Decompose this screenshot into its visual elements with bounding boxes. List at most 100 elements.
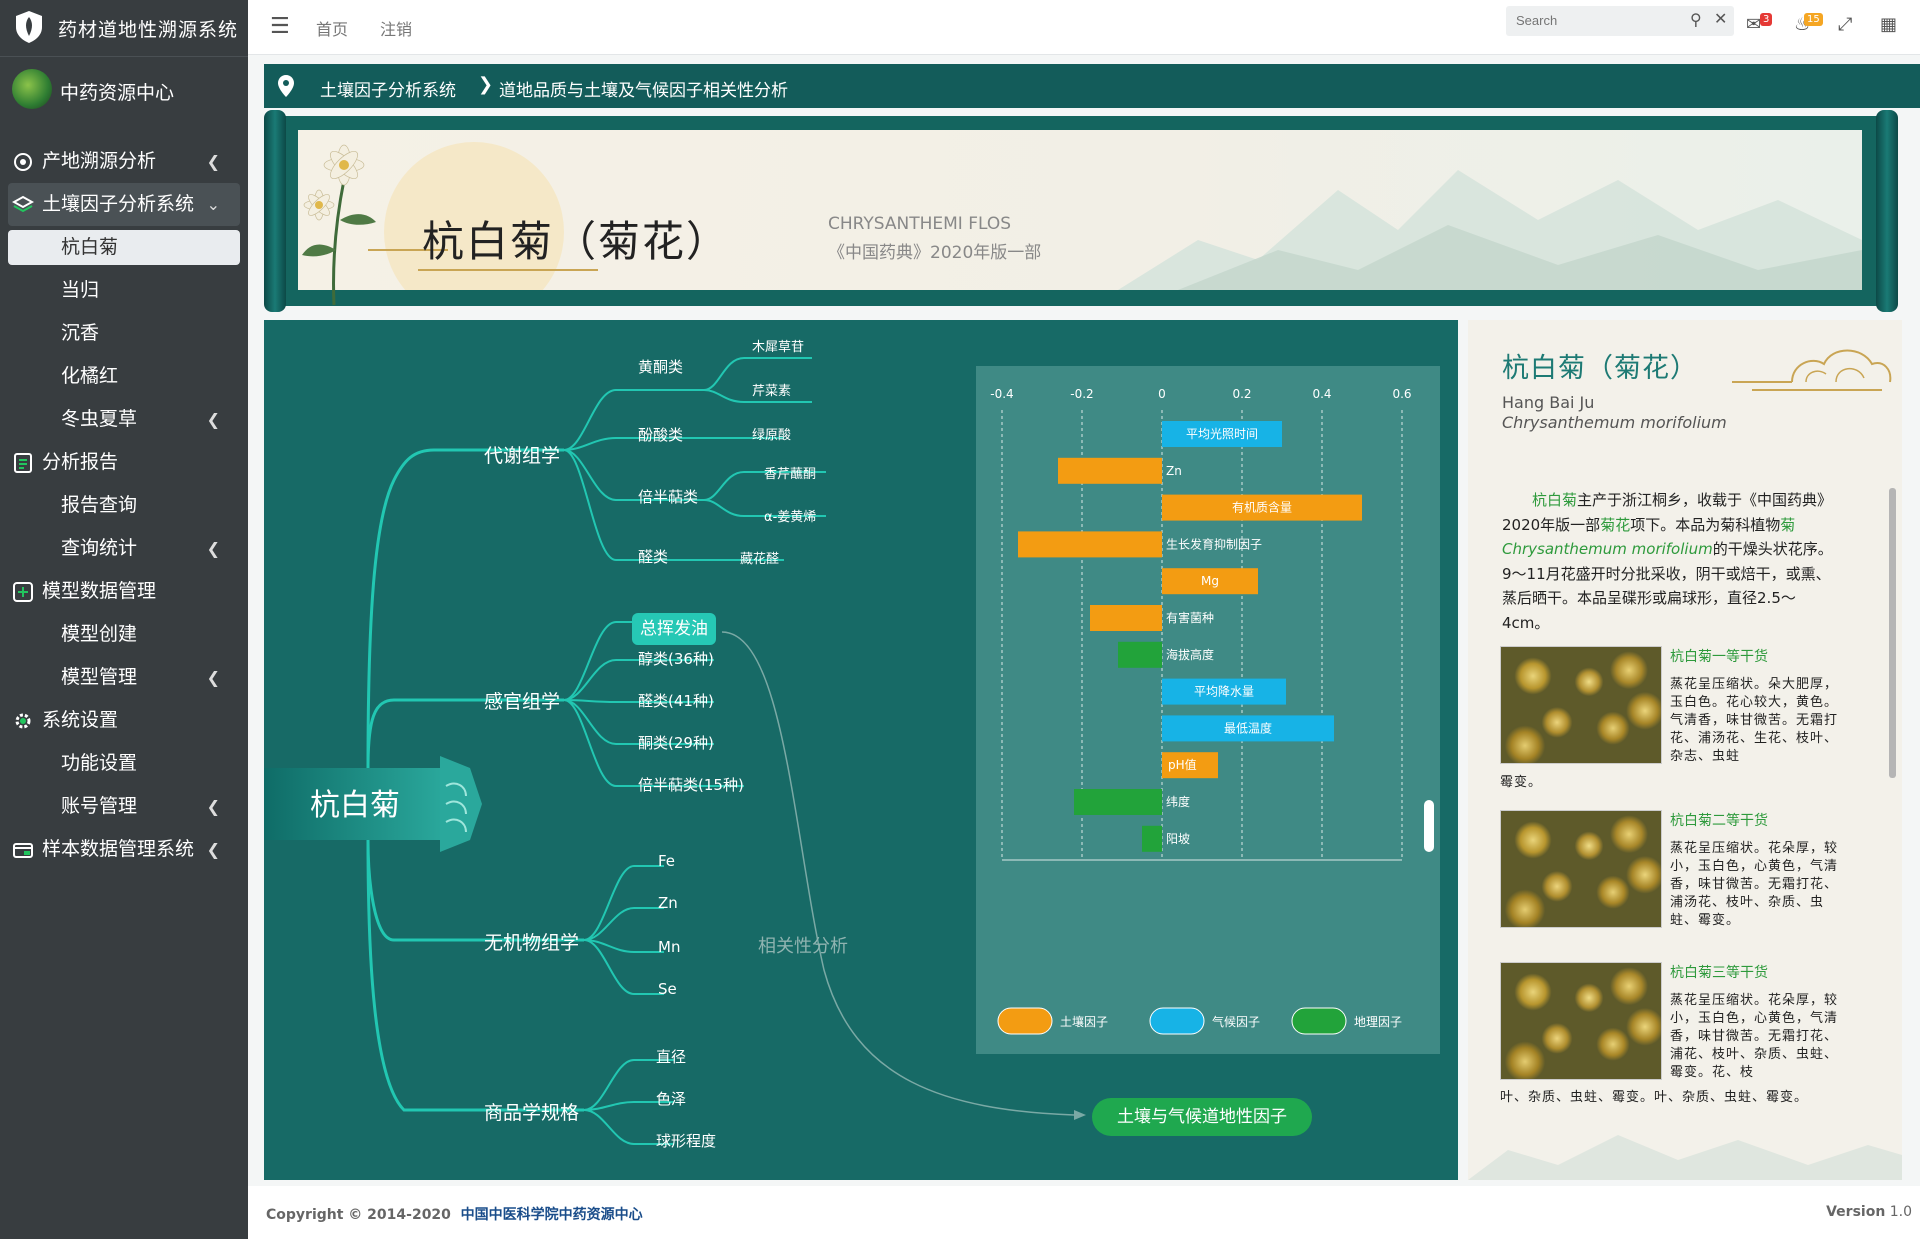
branch-inorganic[interactable]: 无机物组学 <box>484 928 579 955</box>
chevron-left-icon: ❮ <box>206 152 220 171</box>
desc-part2: 项下。本品为菊科植物 <box>1630 515 1781 534</box>
cloud-pattern-decoration <box>1732 349 1892 391</box>
desc-link[interactable]: 菊花 <box>1600 516 1630 534</box>
sidebar-item-label: 当归 <box>61 279 100 301</box>
shield-logo-icon <box>16 11 42 43</box>
node-mn[interactable]: Mn <box>658 938 680 956</box>
node-zn[interactable]: Zn <box>658 894 678 912</box>
chevron-left-icon: ❮ <box>206 410 220 429</box>
target-icon <box>14 153 32 171</box>
volatile-oil-node[interactable]: 总挥发油 <box>632 613 716 645</box>
legend-label: 地理因子 <box>1354 1015 1402 1029</box>
sidebar-item-label: 系统设置 <box>42 709 119 731</box>
herb-info-panel: 杭白菊（菊花） Hang Bai Ju Chrysanthemum morifo… <box>1468 320 1902 1180</box>
sidebar-item-function-settings[interactable]: 功能设置 <box>0 742 248 785</box>
node-ketones[interactable]: 酮类(29种) <box>638 732 714 753</box>
copyright-org[interactable]: 中国中医科学院中药资源中心 <box>461 1207 643 1223</box>
breadcrumb-level1[interactable]: 土壤因子分析系统 <box>320 76 456 101</box>
node-phenolic-acids[interactable]: 酚酸类 <box>638 424 683 445</box>
chart-bar-label: 阳坡 <box>1166 832 1190 846</box>
sidebar-item-dongchongxiacao[interactable]: 冬虫夏草 ❮ <box>0 398 248 441</box>
messages-badge: 3 <box>1760 13 1773 26</box>
branch-metabolic[interactable]: 代谢组学 <box>484 441 560 468</box>
banner-pharmacopoeia: 《中国药典》2020年版一部 <box>828 243 1042 263</box>
org-profile[interactable]: 中药资源中心 <box>0 57 248 123</box>
node-sensory-aldehydes[interactable]: 醛类(41种) <box>638 690 714 711</box>
footer: Copyright © 2014-2020 中国中医科学院中药资源中心 Vers… <box>248 1186 1920 1239</box>
fullscreen-icon[interactable]: ⤢ <box>1838 14 1852 35</box>
location-pin-icon <box>278 75 294 97</box>
logout-link[interactable]: 注销 <box>380 16 412 40</box>
node-color[interactable]: 色泽 <box>656 1088 686 1109</box>
info-scrollbar[interactable] <box>1889 488 1896 778</box>
menu-toggle-icon[interactable]: ☰ <box>270 14 290 39</box>
sidebar-item-reports[interactable]: 分析报告 <box>0 441 248 484</box>
node-diameter[interactable]: 直径 <box>656 1046 686 1067</box>
copyright: Copyright © 2014-2020 中国中医科学院中药资源中心 <box>266 1204 643 1224</box>
node-sensory-sesquiterpenes[interactable]: 倍半萜类(15种) <box>638 774 744 795</box>
search-input[interactable] <box>1514 12 1678 29</box>
node-sphericity[interactable]: 球形程度 <box>656 1130 716 1151</box>
copyright-text: Copyright © 2014-2020 <box>266 1207 451 1223</box>
node-alcohols[interactable]: 醇类(36种) <box>638 648 714 669</box>
sidebar-item-label: 功能设置 <box>61 752 138 774</box>
chart-tick-label: 0.2 <box>1232 387 1251 401</box>
close-icon[interactable]: ✕ <box>1714 9 1727 28</box>
grade-3-title: 杭白菊三等干货 <box>1670 965 1768 981</box>
grade-1-title: 杭白菊一等干货 <box>1670 649 1768 665</box>
node-se[interactable]: Se <box>658 980 677 998</box>
top-bar: ☰ 首页 注销 ⚲ ✕ ✉ 3 ♨ 15 ⤢ ▦ <box>248 0 1920 55</box>
result-factors-button[interactable]: 土壤与气候道地性因子 <box>1092 1098 1312 1136</box>
database-icon <box>13 843 33 858</box>
home-link[interactable]: 首页 <box>316 16 348 40</box>
node-chlorogenic-acid[interactable]: 绿原酸 <box>752 424 791 443</box>
node-fe[interactable]: Fe <box>658 852 675 870</box>
sidebar-item-settings[interactable]: 系统设置 <box>0 699 248 742</box>
chart-bar-label: Mg <box>1201 574 1219 588</box>
mind-map-root[interactable]: 杭白菊 <box>310 780 400 824</box>
sidebar-item-account-manage[interactable]: 账号管理 ❮ <box>0 785 248 828</box>
chart-bar <box>1074 789 1162 815</box>
sidebar-item-report-query[interactable]: 报告查询 <box>0 484 248 527</box>
sidebar-item-danggui[interactable]: 当归 <box>0 269 248 312</box>
branch-sensory[interactable]: 感官组学 <box>484 687 560 714</box>
grid-icon[interactable]: ▦ <box>1880 14 1897 35</box>
chart-bar <box>1018 531 1162 558</box>
sidebar-item-huajuhong[interactable]: 化橘红 <box>0 355 248 398</box>
info-title: 杭白菊（菊花） <box>1502 353 1698 384</box>
node-vanillin[interactable]: 香芹蘸酮 <box>764 463 816 482</box>
version-label: Version <box>1826 1204 1886 1220</box>
sidebar-item-model-data[interactable]: 模型数据管理 <box>0 570 248 613</box>
chrysanthemum-flower-icon <box>302 144 376 306</box>
banner-title: 杭白菊（菊花） <box>422 217 731 266</box>
sidebar-item-hangbaiju[interactable]: 杭白菊 <box>8 230 240 265</box>
node-apigenin[interactable]: 芹菜素 <box>752 380 791 399</box>
node-lignan[interactable]: 木犀草苷 <box>752 336 804 355</box>
chart-scrollbar[interactable] <box>1424 800 1434 852</box>
search-icon[interactable]: ⚲ <box>1690 10 1702 29</box>
sidebar-item-model-manage[interactable]: 模型管理 ❮ <box>0 656 248 699</box>
sidebar-item-model-create[interactable]: 模型创建 <box>0 613 248 656</box>
sidebar-item-label: 模型管理 <box>61 666 138 688</box>
sidebar-item-label: 模型数据管理 <box>42 580 157 602</box>
app-brand[interactable]: 药材道地性溯源系统 <box>0 0 248 57</box>
messages-icon[interactable]: ✉ <box>1746 14 1761 35</box>
sidebar-item-origin-tracing[interactable]: 产地溯源分析 ❮ <box>0 140 248 183</box>
chevron-down-icon: ⌄ <box>206 195 220 214</box>
node-curcumene[interactable]: α-姜黄烯 <box>764 506 816 525</box>
sidebar-item-chenxiang[interactable]: 沉香 <box>0 312 248 355</box>
node-flavonoids[interactable]: 黄酮类 <box>638 356 683 377</box>
sidebar-item-label: 报告查询 <box>61 494 138 516</box>
node-saffranal[interactable]: 藏花醛 <box>740 548 779 567</box>
node-aldehydes[interactable]: 醛类 <box>638 546 668 567</box>
sidebar-item-soil-analysis[interactable]: 土壤因子分析系统 ⌄ <box>8 183 240 226</box>
sidebar-item-query-stats[interactable]: 查询统计 ❮ <box>0 527 248 570</box>
chart-tick-label: 0 <box>1158 387 1166 401</box>
branch-commodity[interactable]: 商品学规格 <box>484 1098 579 1125</box>
chevron-left-icon: ❮ <box>206 668 220 687</box>
sidebar-item-sample-data[interactable]: 样本数据管理系统 ❮ <box>0 828 248 871</box>
mountains-decoration <box>1468 1135 1902 1180</box>
chart-tick-label: -0.4 <box>990 387 1013 401</box>
node-sesquiterpenes[interactable]: 倍半萜类 <box>638 486 698 507</box>
grade-1-text: 蒸花呈压缩状。朵大肥厚，玉白色。花心较大，黄色。气清香，味甘微苦。无霜打花、浦汤… <box>1670 677 1839 764</box>
